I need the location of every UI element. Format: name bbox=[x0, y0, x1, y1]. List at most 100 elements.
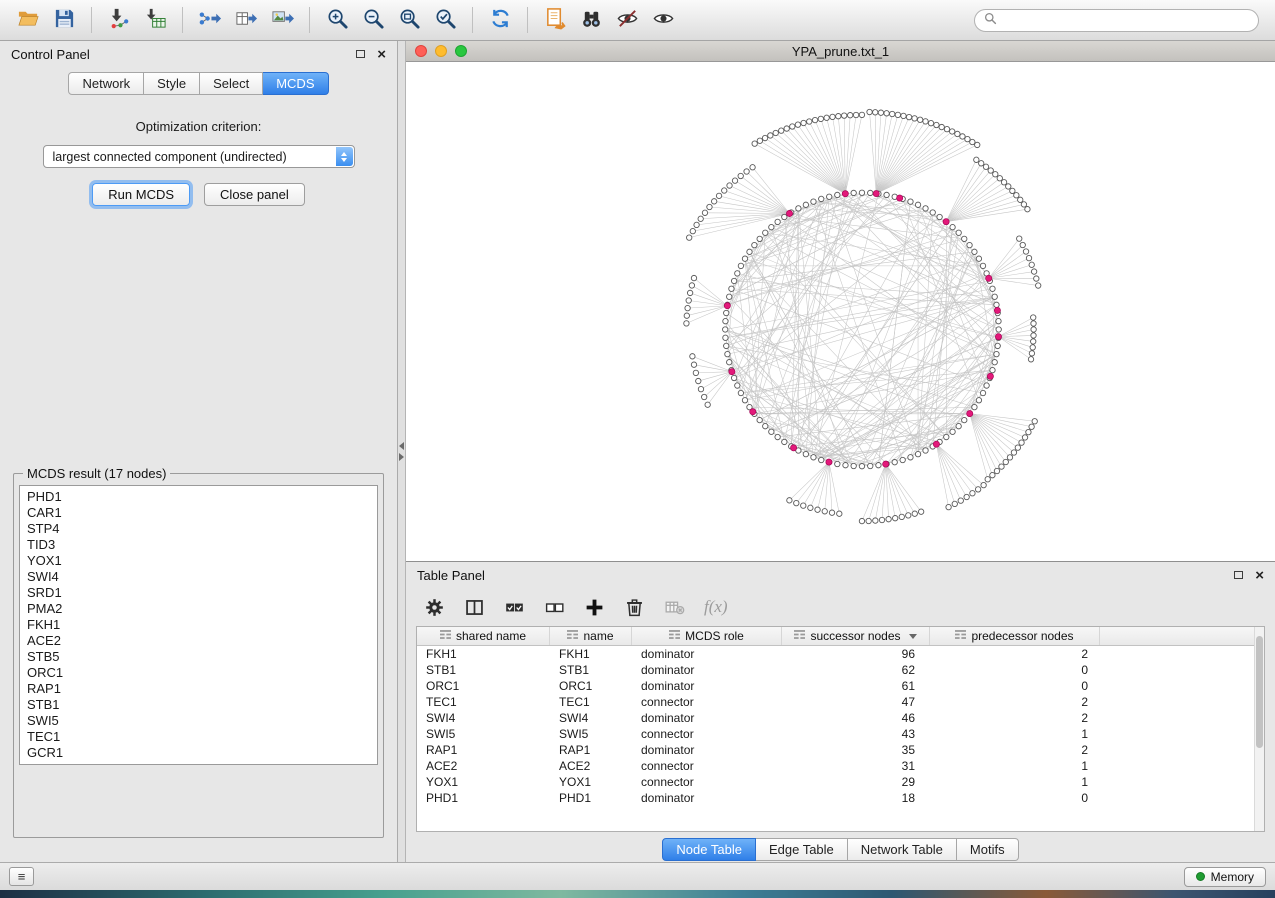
criterion-dropdown[interactable]: largest connected component (undirected) bbox=[43, 145, 355, 168]
import-network-button[interactable] bbox=[101, 5, 137, 35]
refresh-layout-button[interactable] bbox=[482, 5, 518, 35]
function-builder-button: f(x) bbox=[704, 597, 728, 617]
mcds-result-fieldset: MCDS result (17 nodes) PHD1CAR1STP4TID3Y… bbox=[13, 466, 384, 838]
table-cell: FKH1 bbox=[550, 647, 632, 661]
show-columns-button[interactable] bbox=[464, 597, 485, 618]
scrollbar-thumb[interactable] bbox=[1256, 636, 1263, 748]
table-row[interactable]: RAP1RAP1dominator352 bbox=[417, 742, 1264, 758]
mcds-node-item[interactable]: SRD1 bbox=[27, 585, 370, 601]
tab-network-table[interactable]: Network Table bbox=[848, 838, 957, 861]
status-menu-button[interactable]: ≡ bbox=[9, 867, 34, 886]
memory-button[interactable]: Memory bbox=[1184, 867, 1266, 887]
table-row[interactable]: TEC1TEC1connector472 bbox=[417, 694, 1264, 710]
tab-style[interactable]: Style bbox=[144, 72, 200, 95]
network-window-titlebar[interactable]: YPA_prune.txt_1 bbox=[406, 41, 1275, 62]
mcds-node-item[interactable]: STB5 bbox=[27, 649, 370, 665]
dropdown-stepper-icon bbox=[336, 147, 353, 166]
node-table: shared name name MCDS role successo bbox=[416, 626, 1265, 832]
zoom-in-button[interactable] bbox=[319, 5, 355, 35]
mcds-node-item[interactable]: TID3 bbox=[27, 537, 370, 553]
table-row[interactable]: ORC1ORC1dominator610 bbox=[417, 678, 1264, 694]
global-search-field[interactable] bbox=[974, 9, 1259, 32]
column-header-successor-nodes[interactable]: successor nodes bbox=[782, 627, 930, 645]
panel-divider[interactable] bbox=[398, 41, 406, 862]
mcds-result-list[interactable]: PHD1CAR1STP4TID3YOX1SWI4SRD1PMA2FKH1ACE2… bbox=[19, 485, 378, 765]
table-row[interactable]: PHD1PHD1dominator180 bbox=[417, 790, 1264, 806]
search-icon bbox=[984, 12, 997, 28]
mcds-node-item[interactable]: FKH1 bbox=[27, 617, 370, 633]
collapse-left-arrow-icon[interactable] bbox=[399, 442, 404, 450]
show-all-button[interactable] bbox=[645, 5, 681, 35]
chevron-down-icon[interactable] bbox=[909, 634, 917, 639]
export-table-button[interactable] bbox=[228, 5, 264, 35]
zoom-selected-button[interactable] bbox=[427, 5, 463, 35]
table-cell: 1 bbox=[930, 775, 1100, 789]
tab-select[interactable]: Select bbox=[200, 72, 263, 95]
column-header-shared-name[interactable]: shared name bbox=[417, 627, 550, 645]
zoom-out-button[interactable] bbox=[355, 5, 391, 35]
network-canvas[interactable] bbox=[406, 62, 1275, 561]
gear-icon bbox=[424, 597, 445, 618]
table-row[interactable]: SWI5SWI5connector431 bbox=[417, 726, 1264, 742]
table-cell: SWI5 bbox=[417, 727, 550, 741]
mcds-node-item[interactable]: PMA2 bbox=[27, 601, 370, 617]
mcds-node-item[interactable]: SWI5 bbox=[27, 713, 370, 729]
select-all-columns-button[interactable] bbox=[504, 597, 525, 618]
mcds-node-item[interactable]: TEC1 bbox=[27, 729, 370, 745]
close-panel-button[interactable]: Close panel bbox=[204, 183, 305, 206]
table-row[interactable]: STB1STB1dominator620 bbox=[417, 662, 1264, 678]
delete-column-button[interactable] bbox=[624, 597, 645, 618]
float-panel-icon[interactable] bbox=[356, 50, 365, 58]
close-panel-icon[interactable]: × bbox=[1255, 568, 1264, 583]
tab-edge-table[interactable]: Edge Table bbox=[756, 838, 848, 861]
export-network-button[interactable] bbox=[192, 5, 228, 35]
table-cell: 61 bbox=[782, 679, 930, 693]
mcds-node-item[interactable]: PHD1 bbox=[27, 489, 370, 505]
column-header-mcds-role[interactable]: MCDS role bbox=[632, 627, 782, 645]
column-header-name[interactable]: name bbox=[550, 627, 632, 645]
hide-selected-button[interactable] bbox=[609, 5, 645, 35]
tab-mcds[interactable]: MCDS bbox=[263, 72, 328, 95]
add-column-button[interactable] bbox=[584, 597, 605, 618]
table-cell: connector bbox=[632, 695, 782, 709]
table-row[interactable]: FKH1FKH1dominator962 bbox=[417, 646, 1264, 662]
table-row[interactable]: SWI4SWI4dominator462 bbox=[417, 710, 1264, 726]
export-document-button[interactable] bbox=[537, 5, 573, 35]
mcds-node-item[interactable]: RAP1 bbox=[27, 681, 370, 697]
tab-motifs[interactable]: Motifs bbox=[957, 838, 1019, 861]
tab-network[interactable]: Network bbox=[68, 72, 144, 95]
mcds-node-item[interactable]: STB1 bbox=[27, 697, 370, 713]
run-mcds-button[interactable]: Run MCDS bbox=[92, 183, 190, 206]
collapse-right-arrow-icon[interactable] bbox=[399, 453, 404, 461]
toolbar-separator bbox=[527, 7, 528, 33]
column-header-predecessor-nodes[interactable]: predecessor nodes bbox=[930, 627, 1100, 645]
window-close-button[interactable] bbox=[415, 45, 427, 57]
table-cell: 1 bbox=[930, 759, 1100, 773]
export-image-button[interactable] bbox=[264, 5, 300, 35]
table-scrollbar[interactable] bbox=[1254, 627, 1264, 831]
table-settings-button[interactable] bbox=[424, 597, 445, 618]
mcds-node-item[interactable]: ACE2 bbox=[27, 633, 370, 649]
search-network-button[interactable] bbox=[573, 5, 609, 35]
search-input[interactable] bbox=[1003, 13, 1249, 27]
tab-node-table[interactable]: Node Table bbox=[662, 838, 756, 861]
table-row[interactable]: YOX1YOX1connector291 bbox=[417, 774, 1264, 790]
open-file-button[interactable] bbox=[10, 5, 46, 35]
close-panel-icon[interactable]: × bbox=[377, 47, 386, 62]
import-table-button[interactable] bbox=[137, 5, 173, 35]
mcds-node-item[interactable]: STP4 bbox=[27, 521, 370, 537]
mcds-node-item[interactable]: SWI4 bbox=[27, 569, 370, 585]
float-panel-icon[interactable] bbox=[1234, 571, 1243, 579]
save-session-button[interactable] bbox=[46, 5, 82, 35]
mcds-node-item[interactable]: ORC1 bbox=[27, 665, 370, 681]
zoom-fit-button[interactable] bbox=[391, 5, 427, 35]
mcds-node-item[interactable]: CAR1 bbox=[27, 505, 370, 521]
table-panel: Table Panel × f(x) bbox=[406, 562, 1275, 862]
deselect-all-columns-button[interactable] bbox=[544, 597, 565, 618]
table-cell: TEC1 bbox=[550, 695, 632, 709]
window-zoom-button[interactable] bbox=[455, 45, 467, 57]
mcds-node-item[interactable]: YOX1 bbox=[27, 553, 370, 569]
mcds-node-item[interactable]: GCR1 bbox=[27, 745, 370, 761]
window-minimize-button[interactable] bbox=[435, 45, 447, 57]
table-row[interactable]: ACE2ACE2connector311 bbox=[417, 758, 1264, 774]
